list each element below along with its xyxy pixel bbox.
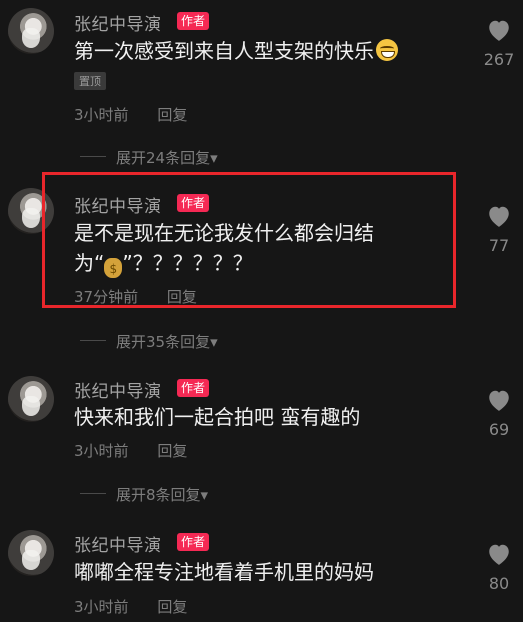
heart-icon: [489, 544, 509, 565]
reply-button[interactable]: 回复: [157, 442, 187, 460]
avatar[interactable]: [8, 530, 54, 576]
comment-text-line: 嘟嘟全程专注地看着手机里的妈妈: [74, 560, 374, 584]
expand-replies-label[interactable]: 展开8条回复▾: [116, 484, 208, 505]
like-button[interactable]: 267: [482, 18, 516, 69]
divider-line: [80, 493, 106, 494]
comment-time: 3小时前: [74, 598, 129, 616]
highlight-box: [42, 172, 456, 308]
expand-replies-label[interactable]: 展开35条回复▾: [116, 331, 218, 352]
divider-line: [80, 156, 106, 157]
expand-replies-label[interactable]: 展开24条回复▾: [116, 147, 218, 168]
like-button[interactable]: 77: [482, 204, 516, 255]
like-count: 69: [488, 420, 510, 439]
comment-time: 3小时前: [74, 106, 129, 124]
comment-text-line: 快来和我们一起合拍吧 蛮有趣的: [74, 405, 361, 429]
comment-time: 3小时前: [74, 442, 129, 460]
avatar[interactable]: [8, 376, 54, 422]
reply-button[interactable]: 回复: [157, 106, 187, 124]
comment-meta: 3小时前 回复: [74, 104, 211, 125]
reply-button[interactable]: 回复: [157, 598, 187, 616]
like-button[interactable]: 69: [482, 388, 516, 439]
comment-text: 快来和我们一起合拍吧 蛮有趣的: [74, 402, 360, 432]
comment-meta: 3小时前 回复: [74, 596, 211, 617]
divider-line: [80, 340, 106, 341]
like-count: 267: [483, 50, 515, 69]
like-button[interactable]: 80: [482, 542, 516, 593]
heart-icon: [489, 390, 509, 411]
author-badge: 作者: [177, 379, 210, 397]
pinned-badge: 置顶: [74, 72, 106, 90]
author-name[interactable]: 张纪中导演: [74, 531, 162, 556]
like-count: 77: [488, 236, 510, 255]
author-name[interactable]: 张纪中导演: [74, 377, 162, 402]
comment-text-line: 第一次感受到来自人型支架的快乐: [74, 39, 374, 63]
avatar[interactable]: [8, 8, 54, 54]
grin-emoji-icon: [376, 39, 398, 61]
comment-text: 嘟嘟全程专注地看着手机里的妈妈: [74, 557, 374, 587]
author-badge: 作者: [177, 533, 210, 551]
author-name[interactable]: 张纪中导演: [74, 10, 162, 35]
heart-icon: [489, 206, 509, 227]
heart-icon: [489, 20, 509, 41]
comment-meta: 3小时前 回复: [74, 440, 211, 461]
author-badge: 作者: [177, 12, 210, 30]
comment-text: 第一次感受到来自人型支架的快乐: [74, 36, 398, 66]
like-count: 80: [488, 574, 510, 593]
